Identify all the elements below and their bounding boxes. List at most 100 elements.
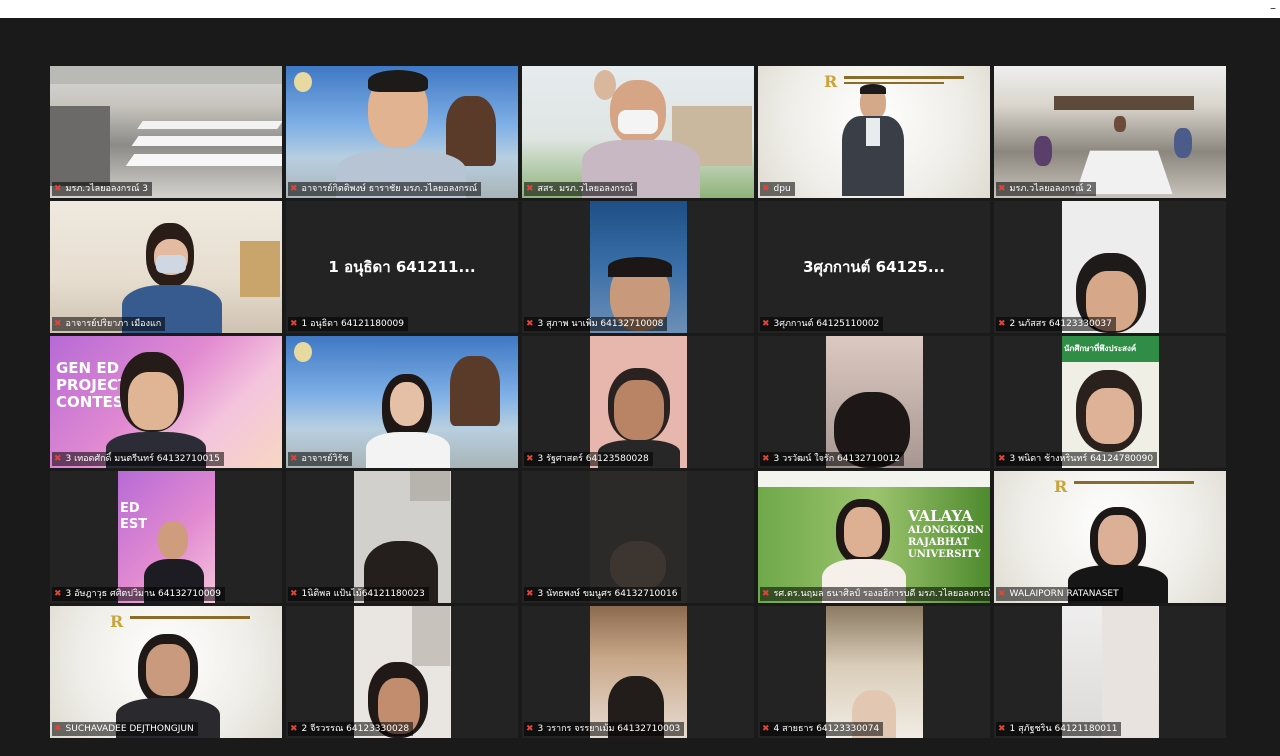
video-tile[interactable]: ✖ 3 วรากร จรรยาเม้ม 64132710003 [522,606,754,738]
participant-name-label: ✖ 3 สุภาพ นาเพิ่ม 64132710008 [524,317,668,331]
mic-muted-icon: ✖ [998,454,1006,464]
mic-muted-icon: ✖ [54,454,62,464]
participant-name-label: ✖ มรภ.วไลยอลงกรณ์ 3 [52,182,153,196]
video-tile[interactable]: ✖ 3 วรวัฒน์ ใจรัก 64132710012 [758,336,990,468]
video-tile[interactable]: ✖ 1 สุภัฐชริน 64121180011 [994,606,1226,738]
participant-name-label: ✖ SUCHAVADEE DEJTHONGJUN [52,722,198,736]
backdrop-text: VALAYA [908,507,973,525]
video-tile[interactable]: ✖ 3 สุภาพ นาเพิ่ม 64132710008 [522,201,754,333]
mic-muted-icon: ✖ [54,589,62,599]
mic-muted-icon: ✖ [526,184,534,194]
participant-name-label: ✖ 4 สายธาร 64123330074 [760,722,884,736]
mic-muted-icon: ✖ [998,589,1006,599]
video-gallery: ✖ มรภ.วไลยอลงกรณ์ 3 ✖ อาจารย์กิตติพงษ์ ธาร… [50,66,1226,738]
mic-muted-icon: ✖ [290,454,298,464]
mic-muted-icon: ✖ [526,589,534,599]
minimize-icon[interactable]: – [1270,1,1276,15]
mic-muted-icon: ✖ [526,319,534,329]
video-feed [286,66,518,198]
participant-name-label: ✖ 3 นัทธพงษ์ ขมนูศร 64132710016 [524,587,682,601]
video-tile[interactable]: ✖ 3 นัทธพงษ์ ขมนูศร 64132710016 [522,471,754,603]
video-tile[interactable]: ✖ สสร. มรภ.วไลยอลงกรณ์ [522,66,754,198]
participant-name-label: ✖ 3 เทอดศักดิ์ มนตรีนทร์ 64132710015 [52,452,224,466]
video-tile[interactable]: ✖ 1นิติพล แป้นไม้64121180023 [286,471,518,603]
participant-name-label: ✖ 2 นภัสสร 64123330037 [996,317,1116,331]
participant-name-label: ✖ มรภ.วไลยอลงกรณ์ 2 [996,182,1097,196]
window-titlebar: – [0,0,1280,18]
video-tile[interactable]: ✖ มรภ.วไลยอลงกรณ์ 3 [50,66,282,198]
participant-name-label: ✖ WALAIPORN RATANASET [996,587,1123,601]
backdrop-text: ED EST [120,501,148,532]
mic-muted-icon: ✖ [762,454,770,464]
video-feed [354,606,451,738]
mic-muted-icon: ✖ [998,319,1006,329]
video-tile[interactable]: นักศึกษาที่พึงประสงค์ ✖ 3 พนิดา ช้างหรินท… [994,336,1226,468]
mic-muted-icon: ✖ [54,184,62,194]
participant-name-label: ✖ อาจารย์กิตติพงษ์ ธาราชัย มรภ.วไลยอลงกรณ… [288,182,482,196]
video-feed [826,606,923,738]
mic-muted-icon: ✖ [998,724,1006,734]
mic-muted-icon: ✖ [290,184,298,194]
video-tile[interactable]: ED EST ✖ 3 อัษฎาวุธ ศศิตปวิมาน 6413271000… [50,471,282,603]
video-tile[interactable]: 3ศุภกานต์ 64125... ✖ 3ศุภกานต์ 6412511000… [758,201,990,333]
video-tile[interactable]: ✖ 4 สายธาร 64123330074 [758,606,990,738]
mic-muted-icon: ✖ [290,319,298,329]
video-tile[interactable]: ✖ อาจารย์กิตติพงษ์ ธาราชัย มรภ.วไลยอลงกรณ… [286,66,518,198]
mic-muted-icon: ✖ [762,724,770,734]
video-tile[interactable]: ✖ 3 รัฐศาสตร์ 64123580028 [522,336,754,468]
video-feed [286,336,518,468]
mic-muted-icon: ✖ [54,319,62,329]
participant-name-label: ✖ 3 รัฐศาสตร์ 64123580028 [524,452,653,466]
video-feed [994,66,1226,198]
video-tile[interactable]: VALAYA ALONGKORN RAJABHAT UNIVERSITY ✖ รศ… [758,471,990,603]
video-tile[interactable]: ✖ อาจารย์วิรัช [286,336,518,468]
video-feed [590,471,687,603]
participant-name-label: ✖ อาจารย์ปริยาภา เมืองแก [52,317,166,331]
video-feed: R [994,471,1226,603]
video-tile[interactable]: ✖ 2 นภัสสร 64123330037 [994,201,1226,333]
video-tile[interactable]: ✖ อาจารย์ปริยาภา เมืองแก [50,201,282,333]
participant-name-label: ✖ 3 อัษฎาวุธ ศศิตปวิมาน 64132710009 [52,587,225,601]
video-feed: GEN ED PROJECT CONTEST [50,336,282,468]
video-tile[interactable]: GEN ED PROJECT CONTEST ✖ 3 เทอดศักดิ์ มนต… [50,336,282,468]
backdrop-text: นักศึกษาที่พึงประสงค์ [1064,344,1137,353]
participant-display-name: 3ศุภกานต์ 64125... [803,258,945,276]
mic-muted-icon: ✖ [526,724,534,734]
video-tile[interactable]: ✖ มรภ.วไลยอลงกรณ์ 2 [994,66,1226,198]
video-tile[interactable]: ✖ 2 จีรวรรณ 64123330028 [286,606,518,738]
video-feed: VALAYA ALONGKORN RAJABHAT UNIVERSITY [758,471,990,603]
video-feed [590,201,687,333]
video-feed [354,471,451,603]
participant-name-label: ✖ 3 วรากร จรรยาเม้ม 64132710003 [524,722,685,736]
backdrop-text: UNIVERSITY [908,549,981,560]
mic-muted-icon: ✖ [54,724,62,734]
mic-muted-icon: ✖ [762,319,770,329]
video-feed [1062,606,1159,738]
video-tile[interactable]: R ✖ SUCHAVADEE DEJTHONGJUN [50,606,282,738]
mic-muted-icon: ✖ [998,184,1006,194]
participant-name-label: ✖ 1นิติพล แป้นไม้64121180023 [288,587,429,601]
video-feed: ED EST [118,471,215,603]
video-feed [50,201,282,333]
video-tile[interactable]: R ✖ WALAIPORN RATANASET [994,471,1226,603]
video-tile-active-speaker[interactable]: R ✖ dpu [758,66,990,198]
participant-name-label: ✖ 3 พนิดา ช้างหรินทร์ 64124780090 [996,452,1158,466]
video-feed: R [758,66,990,198]
mic-muted-icon: ✖ [762,184,770,194]
video-feed [1062,201,1159,333]
video-tile[interactable]: 1 อนุธิดา 641211... ✖ 1 อนุธิดา 641211800… [286,201,518,333]
video-feed: นักศึกษาที่พึงประสงค์ [1062,336,1159,468]
participant-name-label: ✖ dpu [760,182,795,196]
video-feed [522,66,754,198]
mic-muted-icon: ✖ [526,454,534,464]
participant-name-label: ✖ 3ศุภกานต์ 64125110002 [760,317,884,331]
participant-name-label: ✖ อาจารย์วิรัช [288,452,353,466]
video-feed [50,66,282,198]
backdrop-text: RAJABHAT [908,537,970,548]
participant-name-label: ✖ รศ.ดร.นฤมล ธนาศิลป์ รองอธิการบดี มรภ.วไ… [760,587,990,601]
backdrop-text: ALONGKORN [908,525,984,536]
participant-name-label: ✖ สสร. มรภ.วไลยอลงกรณ์ [524,182,637,196]
participant-display-name: 1 อนุธิดา 641211... [328,258,476,276]
participant-name-label: ✖ 1 อนุธิดา 64121180009 [288,317,408,331]
video-feed: R [50,606,282,738]
